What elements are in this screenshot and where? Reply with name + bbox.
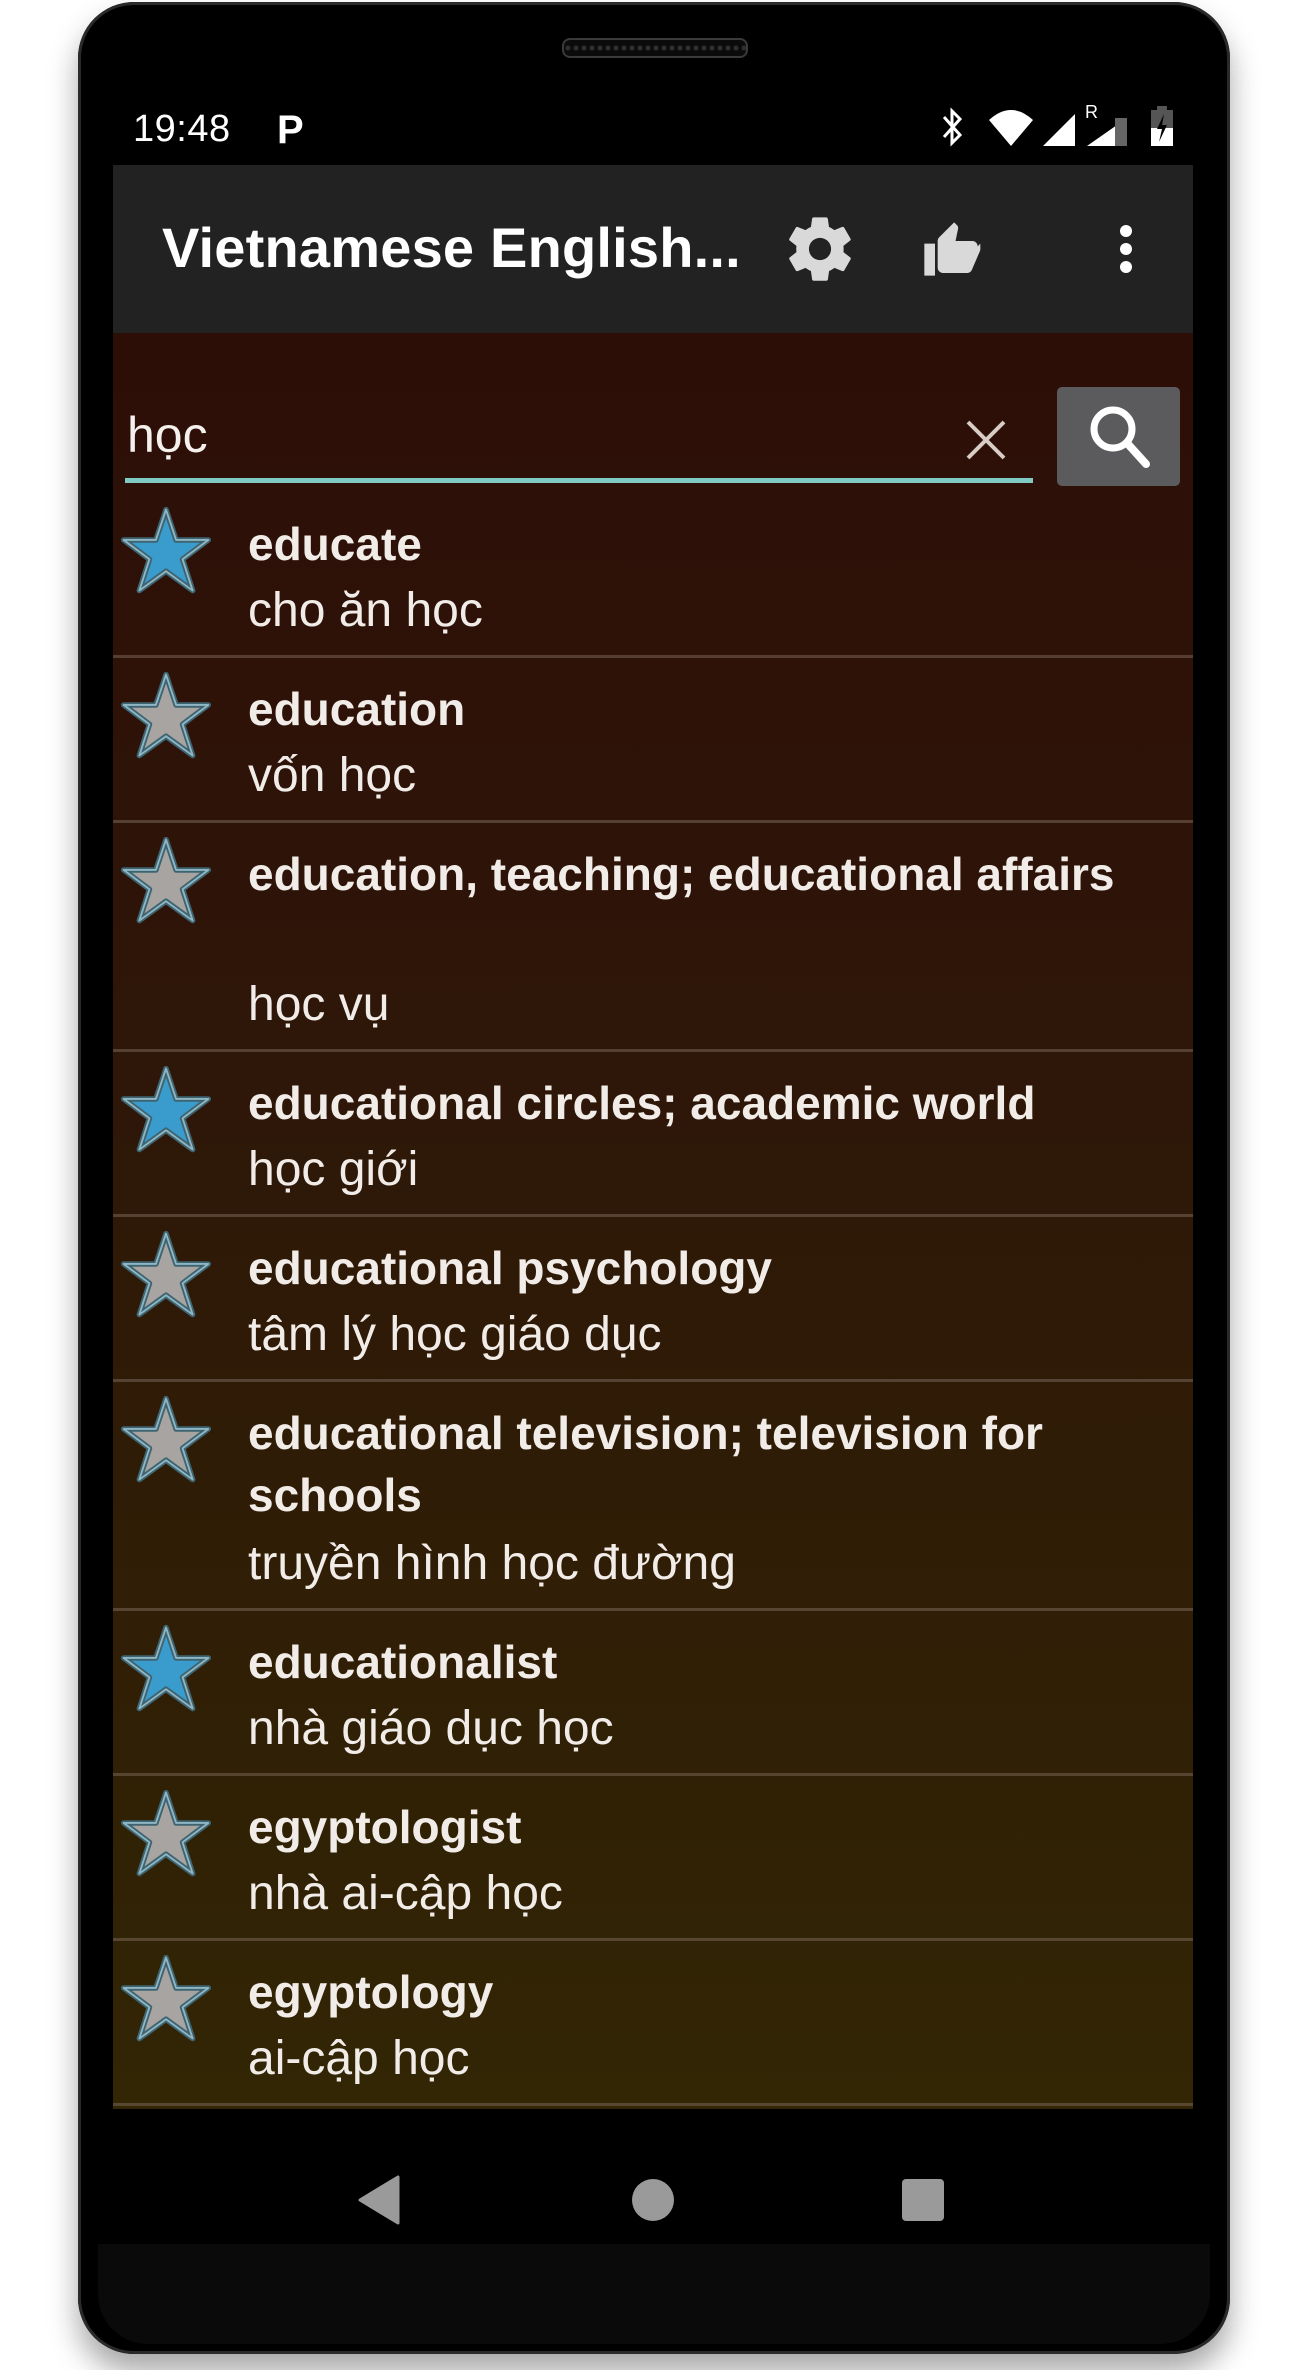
favorite-star-icon[interactable] xyxy=(119,1064,213,1156)
result-row[interactable]: educational television; television for s… xyxy=(113,1382,1193,1611)
content-area: educatecho ăn họceducationvốn họceducati… xyxy=(113,333,1193,2109)
battery-charging-icon xyxy=(1151,106,1173,146)
clear-search-button[interactable] xyxy=(951,405,1021,475)
signal-icon xyxy=(1043,114,1075,146)
result-row[interactable]: education vốn học xyxy=(113,658,1193,823)
roaming-signal-icon xyxy=(1087,118,1127,146)
translation: học giới xyxy=(248,1143,419,1196)
search-input-underline xyxy=(125,478,1033,483)
headword: educationalist xyxy=(248,1636,558,1688)
headword: education xyxy=(248,683,466,735)
recents-icon xyxy=(902,2179,944,2221)
headword: educational television; television for s… xyxy=(248,1407,1043,1521)
more-vert-icon xyxy=(1120,225,1132,273)
search-button[interactable] xyxy=(1057,387,1180,486)
search-input[interactable] xyxy=(125,391,1037,479)
star-icon[interactable] xyxy=(119,1788,213,1880)
result-row[interactable]: educationalist nhà giáo dục học xyxy=(113,1611,1193,1776)
result-row[interactable]: education, teaching; educational affairs… xyxy=(113,823,1193,1052)
translation: cho ăn học xyxy=(248,584,483,637)
more-options-button[interactable] xyxy=(1076,199,1176,299)
headword: egyptology xyxy=(248,1966,494,2018)
home-icon xyxy=(632,2179,674,2221)
translation: truyền hình học đường xyxy=(248,1537,736,1590)
results-list: educate cho ăn học education vốn học educati… xyxy=(113,493,1193,2106)
close-icon xyxy=(966,420,1006,460)
wifi-icon xyxy=(989,110,1033,146)
translation: vốn học xyxy=(248,749,417,802)
search-icon xyxy=(1090,406,1150,468)
settings-button[interactable] xyxy=(770,199,870,299)
translation: nhà giáo dục học xyxy=(248,1702,614,1755)
back-button[interactable] xyxy=(338,2160,418,2240)
back-icon xyxy=(358,2175,400,2225)
result-row[interactable]: educational psychology tâm lý học giáo dụ… xyxy=(113,1217,1193,1382)
bluetooth-icon xyxy=(942,107,963,147)
navigation-bar xyxy=(113,2110,1193,2260)
parking-notification-icon: P xyxy=(277,108,304,152)
result-row[interactable]: egyptologist nhà ai-cập học xyxy=(113,1776,1193,1941)
speaker-grille xyxy=(562,38,748,58)
headword: educational circles; academic world xyxy=(248,1077,1036,1129)
headword: educational psychology xyxy=(248,1242,772,1294)
result-row[interactable]: egyptology ai-cập học xyxy=(113,1941,1193,2106)
translation: tâm lý học giáo dục xyxy=(248,1308,662,1361)
star-icon[interactable] xyxy=(119,1953,213,2045)
translation: học vụ xyxy=(248,978,390,1031)
headword: egyptologist xyxy=(248,1801,522,1853)
star-icon[interactable] xyxy=(119,670,213,762)
favorite-star-icon[interactable] xyxy=(119,505,213,597)
star-icon[interactable] xyxy=(119,835,213,927)
translation: nhà ai-cập học xyxy=(248,1867,563,1920)
thumbs-up-icon xyxy=(924,222,981,276)
settings-icon xyxy=(789,217,851,281)
headword: educate xyxy=(248,518,422,570)
favorite-star-icon[interactable] xyxy=(119,1623,213,1715)
home-button[interactable] xyxy=(613,2160,693,2240)
status-bar: 19:48 P R xyxy=(113,98,1193,160)
app-toolbar: Vietnamese English... xyxy=(113,165,1193,333)
app-title: Vietnamese English... xyxy=(162,216,741,279)
headword: education, teaching; educational affairs xyxy=(248,848,1115,900)
star-icon[interactable] xyxy=(119,1229,213,1321)
result-row[interactable]: educate cho ăn học xyxy=(113,493,1193,658)
result-row[interactable]: educational circles; academic world học g… xyxy=(113,1052,1193,1217)
star-icon[interactable] xyxy=(119,1394,213,1486)
recents-button[interactable] xyxy=(883,2160,963,2240)
status-time: 19:48 xyxy=(133,108,231,150)
translation: ai-cập học xyxy=(248,2032,470,2085)
rate-button[interactable] xyxy=(901,199,1001,299)
search-bar xyxy=(113,333,1193,493)
